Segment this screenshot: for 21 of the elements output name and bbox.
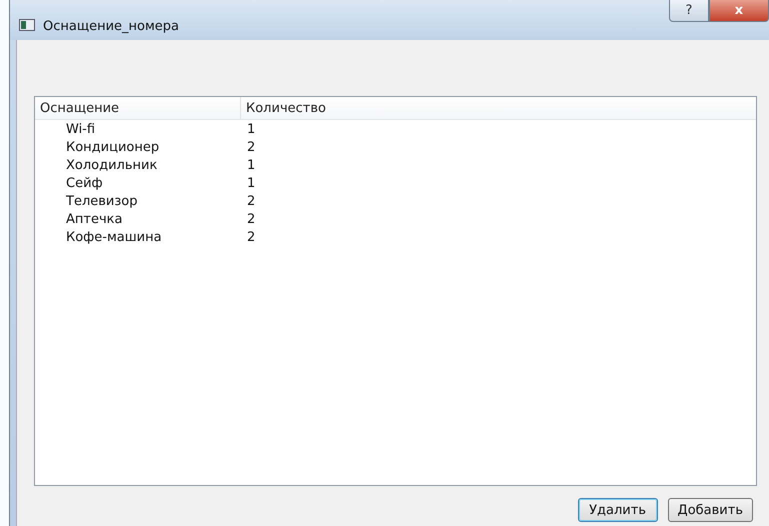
help-button[interactable]: ? — [669, 0, 709, 22]
column-header[interactable]: Количество — [241, 97, 326, 119]
table-cell-text: Аптечка — [65, 212, 124, 226]
table-cell: 1 — [247, 176, 256, 190]
window-title: Оснащение_номера — [43, 19, 180, 34]
table-cell: 1 — [247, 122, 256, 136]
delete-button[interactable]: Удалить — [578, 498, 658, 522]
column-header[interactable]: Оснащение — [35, 97, 241, 119]
window-icon — [19, 19, 35, 31]
table-cell: 2 — [247, 140, 256, 154]
table-cell-text: Wi-fi — [65, 122, 96, 136]
table-cell: 2 — [247, 194, 256, 208]
table-cell: 2 — [247, 212, 256, 226]
table-cell-text: Сейф — [65, 176, 104, 190]
table-cell-text: Кофе-машина — [65, 230, 163, 244]
table-cell: 2 — [247, 230, 256, 244]
table-cell-text: Кондиционер — [65, 140, 160, 154]
table-cell-text: Холодильник — [65, 158, 158, 172]
table-cell: 1 — [247, 158, 256, 172]
add-button[interactable]: Добавить — [668, 498, 753, 522]
table-cell-text: Телевизор — [65, 194, 138, 208]
